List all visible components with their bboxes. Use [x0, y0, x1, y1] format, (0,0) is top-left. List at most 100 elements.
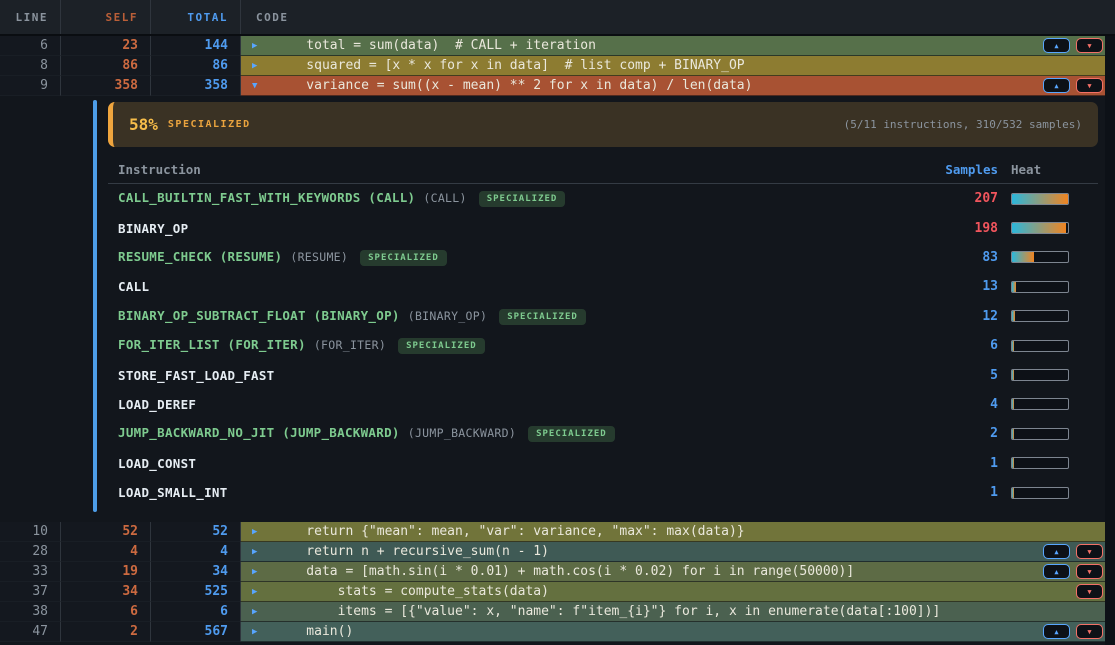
- instruction-name-cell: STORE_FAST_LOAD_FAST: [118, 368, 928, 383]
- instruction-name-cell: FOR_ITER_LIST (FOR_ITER)(FOR_ITER)SPECIA…: [118, 337, 928, 354]
- line-number: 9: [0, 76, 61, 96]
- instruction-base-form: (CALL): [423, 191, 466, 205]
- total-samples: 144: [151, 36, 241, 56]
- expand-arrow-icon[interactable]: ▶: [241, 607, 275, 617]
- jump-up-button[interactable]: ▲: [1043, 564, 1070, 579]
- source-code: items = [{"value": x, "name": f"item_{i}…: [275, 604, 940, 619]
- heat-cell: [998, 251, 1098, 263]
- instruction-samples: 6: [928, 338, 998, 353]
- expand-arrow-icon[interactable]: ▶: [241, 547, 275, 557]
- heat-cell: [998, 281, 1098, 293]
- column-header-line: LINE: [0, 0, 61, 34]
- heat-cell: [998, 340, 1098, 352]
- self-samples: 6: [61, 602, 151, 622]
- total-samples: 52: [151, 522, 241, 542]
- instruction-name: BINARY_OP_SUBTRACT_FLOAT (BINARY_OP): [118, 308, 400, 323]
- heat-bar-fill: [1012, 252, 1034, 262]
- heat-bar-track: [1011, 193, 1069, 205]
- instruction-rows: CALL_BUILTIN_FAST_WITH_KEYWORDS (CALL) (C…: [108, 184, 1098, 507]
- code-line-row: 105252▶ return {"mean": mean, "var": var…: [0, 522, 1115, 542]
- total-samples: 525: [151, 582, 241, 602]
- heat-bar-track: [1011, 369, 1069, 381]
- source-code: squared = [x * x for x in data] # list c…: [275, 58, 745, 73]
- line-number: 6: [0, 36, 61, 56]
- instruction-name: CALL_BUILTIN_FAST_WITH_KEYWORDS (CALL): [118, 190, 415, 205]
- instruction-row: BINARY_OP198: [108, 213, 1098, 242]
- instruction-row: CALL_BUILTIN_FAST_WITH_KEYWORDS (CALL) (C…: [108, 184, 1098, 213]
- column-header-instruction: Instruction: [118, 162, 928, 177]
- jump-up-button[interactable]: ▲: [1043, 38, 1070, 53]
- jump-down-button[interactable]: ▼: [1076, 584, 1103, 599]
- self-samples: 4: [61, 542, 151, 562]
- source-code: return n + recursive_sum(n - 1): [275, 544, 549, 559]
- expand-arrow-icon[interactable]: ▶: [241, 587, 275, 597]
- profiler-window: LINE SELF TOTAL CODE 623144▶ total = sum…: [0, 0, 1115, 645]
- instruction-row: FOR_ITER_LIST (FOR_ITER)(FOR_ITER)SPECIA…: [108, 331, 1098, 360]
- instruction-name: FOR_ITER_LIST (FOR_ITER): [118, 337, 306, 352]
- heat-bar-track: [1011, 487, 1069, 499]
- jump-down-button[interactable]: ▼: [1076, 78, 1103, 93]
- total-samples: 567: [151, 622, 241, 642]
- code-cell: ▶ return {"mean": mean, "var": variance,…: [241, 522, 1105, 542]
- heat-bar-fill: [1012, 282, 1016, 292]
- source-code: main(): [275, 624, 353, 639]
- jump-up-button[interactable]: ▲: [1043, 624, 1070, 639]
- expand-arrow-icon[interactable]: ▶: [241, 41, 275, 51]
- instruction-base-form: (JUMP_BACKWARD): [408, 426, 516, 440]
- collapse-arrow-icon[interactable]: ▼: [241, 81, 275, 91]
- instruction-row: LOAD_DEREF4: [108, 390, 1098, 419]
- code-cell: ▶ stats = compute_stats(data)▼: [241, 582, 1105, 602]
- instruction-row: CALL13: [108, 272, 1098, 301]
- instruction-name-cell: CALL: [118, 279, 928, 294]
- instruction-name-cell: CALL_BUILTIN_FAST_WITH_KEYWORDS (CALL) (C…: [118, 190, 928, 207]
- jump-buttons: ▼: [1068, 584, 1105, 599]
- instruction-samples: 1: [928, 485, 998, 500]
- expand-arrow-icon[interactable]: ▶: [241, 61, 275, 71]
- expand-arrow-icon[interactable]: ▶: [241, 567, 275, 577]
- instruction-table-header: Instruction Samples Heat: [108, 156, 1098, 184]
- instruction-name-cell: JUMP_BACKWARD_NO_JIT (JUMP_BACKWARD) (JUM…: [118, 425, 928, 442]
- specialized-badge: SPECIALIZED: [398, 338, 485, 354]
- total-samples: 6: [151, 602, 241, 622]
- jump-down-button[interactable]: ▼: [1076, 544, 1103, 559]
- line-number: 8: [0, 56, 61, 76]
- line-number: 28: [0, 542, 61, 562]
- code-cell: ▶ items = [{"value": x, "name": f"item_{…: [241, 602, 1105, 622]
- expand-arrow-icon[interactable]: ▶: [241, 527, 275, 537]
- code-cell: ▶ squared = [x * x for x in data] # list…: [241, 56, 1105, 76]
- code-cell: ▼ variance = sum((x - mean) ** 2 for x i…: [241, 76, 1105, 96]
- expand-arrow-icon[interactable]: ▶: [241, 627, 275, 637]
- instruction-name: LOAD_CONST: [118, 456, 196, 471]
- heat-bar-track: [1011, 457, 1069, 469]
- instruction-name-cell: LOAD_DEREF: [118, 397, 928, 412]
- instruction-name: JUMP_BACKWARD_NO_JIT (JUMP_BACKWARD): [118, 425, 400, 440]
- instruction-samples: 207: [928, 191, 998, 206]
- heat-cell: [998, 428, 1098, 440]
- instruction-row: LOAD_SMALL_INT1: [108, 478, 1098, 507]
- total-samples: 86: [151, 56, 241, 76]
- code-cell: ▶ data = [math.sin(i * 0.01) + math.cos(…: [241, 562, 1105, 582]
- jump-down-button[interactable]: ▼: [1076, 624, 1103, 639]
- column-header-code: CODE: [241, 0, 1115, 34]
- heat-bar-track: [1011, 428, 1069, 440]
- table-header: LINE SELF TOTAL CODE: [0, 0, 1115, 36]
- heat-bar-track: [1011, 310, 1069, 322]
- specialized-label: SPECIALIZED: [168, 119, 251, 130]
- code-rows-top: 623144▶ total = sum(data) # CALL + itera…: [0, 36, 1115, 96]
- code-line-row: 331934▶ data = [math.sin(i * 0.01) + mat…: [0, 562, 1115, 582]
- jump-buttons: ▲▼: [1035, 544, 1105, 559]
- column-header-heat: Heat: [998, 162, 1098, 177]
- scrollbar-track[interactable]: [1105, 36, 1115, 645]
- jump-up-button[interactable]: ▲: [1043, 78, 1070, 93]
- instruction-samples: 12: [928, 309, 998, 324]
- jump-buttons: ▲▼: [1035, 624, 1105, 639]
- jump-down-button[interactable]: ▼: [1076, 38, 1103, 53]
- heat-bar-track: [1011, 398, 1069, 410]
- jump-down-button[interactable]: ▼: [1076, 564, 1103, 579]
- heat-bar-fill: [1012, 370, 1014, 380]
- self-samples: 52: [61, 522, 151, 542]
- specialization-banner: 58% SPECIALIZED (5/11 instructions, 310/…: [108, 102, 1098, 147]
- instruction-samples: 13: [928, 279, 998, 294]
- jump-up-button[interactable]: ▲: [1043, 544, 1070, 559]
- heat-bar-fill: [1012, 194, 1068, 204]
